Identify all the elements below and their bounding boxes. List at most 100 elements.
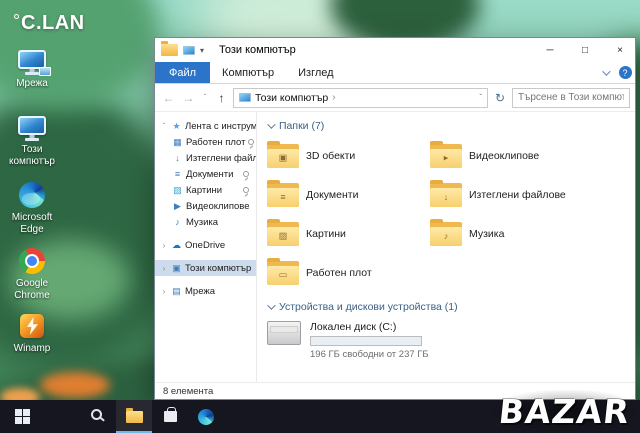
window-title: Този компютър <box>219 44 296 56</box>
sidebar-item-label: Лента с инструменти <box>185 121 256 132</box>
titlebar[interactable]: ▾ Този компютър ─ □ × <box>155 38 635 62</box>
documents-glyph-icon: ≡ <box>280 192 285 202</box>
store-icon <box>164 411 177 422</box>
start-button[interactable] <box>4 400 40 433</box>
drive-tile-c[interactable]: Локален диск (C:) 196 ГБ свободни от 237… <box>267 321 635 360</box>
quick-access-icon: ★ <box>171 121 182 132</box>
sidebar-item-quick-access[interactable]: ˇ ★ Лента с инструменти <box>155 118 256 134</box>
folder-tile-documents[interactable]: ≡ Документи <box>267 179 430 211</box>
hard-drive-icon <box>267 321 301 345</box>
desktop-icon-label: Microsoft Edge <box>2 212 62 235</box>
desktop-icon-chrome[interactable]: Google Chrome <box>0 248 64 314</box>
tabs-spacer <box>346 62 595 83</box>
devices-group-header[interactable]: Устройства и дискови устройства (1) <box>267 301 635 313</box>
folders-group-label: Папки (7) <box>279 120 324 132</box>
folder-label: Музика <box>469 228 504 240</box>
explorer-window: ▾ Този компютър ─ □ × Файл Компютър Изгл… <box>154 37 636 400</box>
network-icon <box>18 50 46 69</box>
taskbar-edge-button[interactable] <box>188 400 224 433</box>
minimize-button[interactable]: ─ <box>535 38 565 62</box>
qat-this-pc-icon[interactable] <box>183 46 195 55</box>
sidebar-item-label: Този компютър <box>185 263 251 274</box>
sidebar-item-desktop[interactable]: ▦ Работен плот <box>155 134 256 150</box>
folder-label: Видеоклипове <box>469 150 539 162</box>
help-button[interactable]: ? <box>615 62 635 83</box>
downloads-glyph-icon: ↓ <box>444 192 449 202</box>
search-input[interactable] <box>512 88 630 108</box>
desktop-icon-winamp[interactable]: Winamp <box>0 314 64 380</box>
sidebar-item-downloads[interactable]: ↓ Изтеглени файлове <box>155 150 256 166</box>
sidebar-item-label: Музика <box>186 217 218 228</box>
tab-file[interactable]: Файл <box>155 62 210 83</box>
maximize-button[interactable]: □ <box>570 38 600 62</box>
folder-tile-pictures[interactable]: ▨ Картини <box>267 218 430 250</box>
tab-view[interactable]: Изглед <box>286 62 345 83</box>
folder-tile-desktop[interactable]: ▭ Работен плот <box>267 257 430 289</box>
sidebar-item-label: Работен плот <box>186 137 245 148</box>
desktop-icon-label: Winamp <box>2 343 62 355</box>
folder-tile-music[interactable]: ♪ Музика <box>430 218 593 250</box>
desktop-icon-network[interactable]: Мрежа <box>0 50 64 116</box>
desktop-icon-edge[interactable]: Microsoft Edge <box>0 182 64 248</box>
close-button[interactable]: × <box>605 38 635 62</box>
sidebar-item-label: Изтеглени файлове <box>186 153 256 164</box>
winamp-icon <box>20 314 44 338</box>
back-button[interactable]: ← <box>160 89 177 107</box>
up-button[interactable]: ↑ <box>213 89 230 107</box>
qat-dropdown-chevron-icon[interactable]: ▾ <box>200 46 204 55</box>
sidebar-item-documents[interactable]: ≡ Документи <box>155 166 256 182</box>
sidebar-item-pictures[interactable]: ▨ Картини <box>155 182 256 198</box>
breadcrumb-separator-icon[interactable]: › <box>332 92 335 103</box>
folder-tile-downloads[interactable]: ↓ Изтеглени файлове <box>430 179 593 211</box>
chevron-icon[interactable]: › <box>160 241 168 250</box>
desktop-icon-label: Google Chrome <box>2 278 62 301</box>
folder-icon: ▭ <box>267 261 299 285</box>
file-explorer-icon <box>126 411 143 423</box>
address-dropdown-chevron-icon[interactable]: ˇ <box>479 93 482 102</box>
drive-label: Локален диск (C:) <box>310 321 429 333</box>
chevron-icon[interactable]: › <box>160 264 168 273</box>
sidebar-item-network[interactable]: › ▤ Мрежа <box>155 283 256 299</box>
folder-label: Картини <box>306 228 346 240</box>
chevron-icon[interactable]: ˇ <box>160 122 168 131</box>
collapse-chevron-icon <box>267 120 275 128</box>
desktop-icons: Мрежа Този компютър Microsoft Edge Googl… <box>0 50 64 380</box>
taskbar-store-button[interactable] <box>152 400 188 433</box>
sidebar-item-music[interactable]: ♪ Музика <box>155 214 256 230</box>
address-box[interactable]: Този компютър › ˇ <box>233 88 488 108</box>
recent-locations-chevron-icon[interactable]: ˇ <box>200 93 210 102</box>
folder-tiles: ▣ 3D обекти ▸ Видеоклипове ≡ Документи ↓… <box>267 140 635 289</box>
sidebar-item-this-pc[interactable]: › ▣ Този компютър <box>155 260 256 276</box>
sidebar-item-label: Видеоклипове <box>186 201 250 212</box>
sidebar-item-label: Документи <box>186 169 233 180</box>
pictures-icon: ▨ <box>172 185 183 196</box>
folder-tile-3d-objects[interactable]: ▣ 3D обекти <box>267 140 430 172</box>
desktop-icon-this-pc[interactable]: Този компютър <box>0 116 64 182</box>
music-glyph-icon: ♪ <box>444 231 449 241</box>
refresh-button[interactable]: ↻ <box>491 91 509 105</box>
folder-icon: ▣ <box>267 144 299 168</box>
folder-tile-videos[interactable]: ▸ Видеоклипове <box>430 140 593 172</box>
forward-button[interactable]: → <box>180 89 197 107</box>
pictures-glyph-icon: ▨ <box>279 230 288 241</box>
folders-group-header[interactable]: Папки (7) <box>267 120 635 132</box>
items-count: 8 елемента <box>163 386 213 397</box>
taskbar-search-button[interactable] <box>80 400 116 433</box>
downloads-icon: ↓ <box>172 153 183 163</box>
folder-label: Документи <box>306 189 358 201</box>
sidebar-item-onedrive[interactable]: › ☁ OneDrive <box>155 237 256 253</box>
this-pc-icon: ▣ <box>171 263 182 274</box>
pin-icon <box>243 187 249 193</box>
watermark-degree-mark <box>14 14 19 19</box>
ribbon-expand-button[interactable] <box>595 62 615 83</box>
windows-logo-icon <box>15 409 30 424</box>
tab-computer[interactable]: Компютър <box>210 62 286 83</box>
breadcrumb[interactable]: Този компютър <box>255 92 328 104</box>
help-icon: ? <box>619 66 632 79</box>
folder-label: Изтеглени файлове <box>469 189 566 201</box>
taskbar-file-explorer-button[interactable] <box>116 400 152 433</box>
sidebar-item-videos[interactable]: ▶ Видеоклипове <box>155 198 256 214</box>
folder-label: Работен плот <box>306 267 372 279</box>
chevron-icon[interactable]: › <box>160 287 168 296</box>
this-pc-icon <box>18 116 46 135</box>
